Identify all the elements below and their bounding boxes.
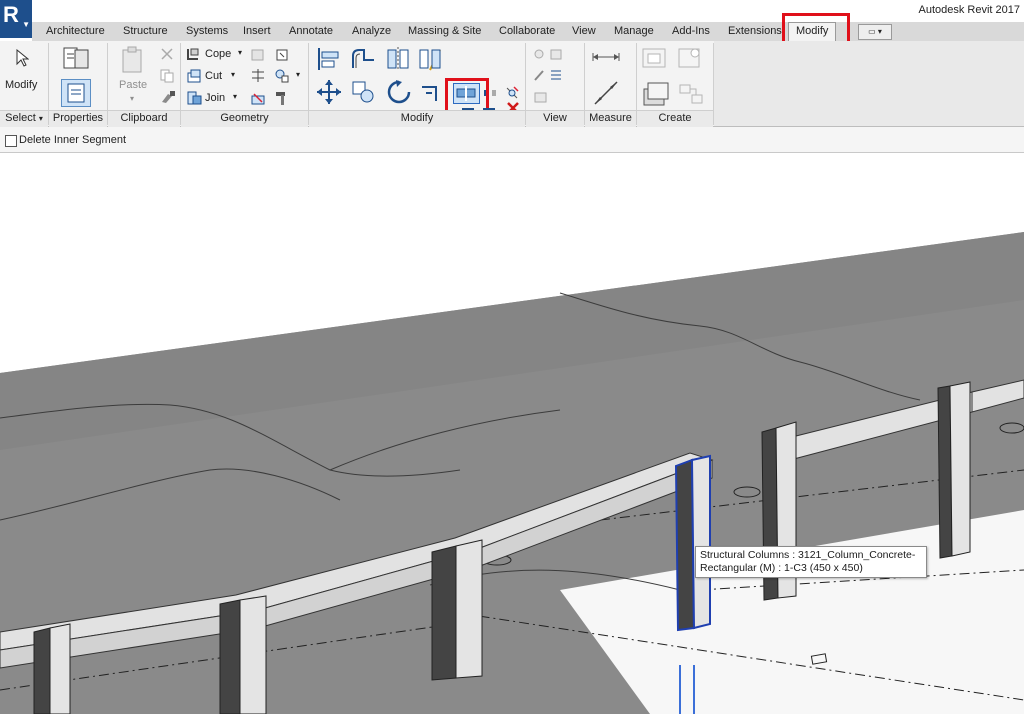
- hammer-icon[interactable]: [274, 90, 290, 109]
- tooltip-line-1: Structural Columns : 3121_Column_Concret…: [700, 549, 916, 561]
- modify-button-label[interactable]: Modify: [5, 79, 37, 91]
- offset-icon[interactable]: [350, 46, 378, 75]
- tab-annotate[interactable]: Annotate: [289, 25, 333, 37]
- tab-structure[interactable]: Structure: [123, 25, 168, 37]
- cut-scissors-icon[interactable]: [160, 47, 174, 64]
- panel-divider: [48, 43, 49, 125]
- cut-label[interactable]: Cut: [205, 70, 222, 82]
- paint-icon[interactable]: [274, 68, 290, 87]
- panel-create: Create: [637, 110, 713, 127]
- create-group-icon[interactable]: [640, 79, 672, 112]
- paste-dropdown[interactable]: ▾: [130, 94, 134, 103]
- options-bar: Delete Inner Segment: [0, 127, 1024, 153]
- panel-measure: Measure: [585, 110, 636, 127]
- match-properties-icon[interactable]: [160, 90, 176, 107]
- tab-insert[interactable]: Insert: [243, 25, 271, 37]
- type-properties-icon[interactable]: [61, 79, 91, 107]
- tab-systems[interactable]: Systems: [186, 25, 228, 37]
- ribbon-tabs: Architecture Structure Systems Insert An…: [32, 22, 1024, 41]
- structural-column: [239, 595, 267, 715]
- linework-icon[interactable]: [533, 89, 549, 108]
- selected-column: [674, 458, 696, 632]
- panel-select-label: Select: [5, 112, 36, 124]
- tab-architecture[interactable]: Architecture: [46, 25, 105, 37]
- delete-inner-segment-label: Delete Inner Segment: [19, 134, 127, 146]
- panel-divider: [308, 43, 309, 125]
- mirror-axis-icon[interactable]: [386, 46, 410, 75]
- panel-divider: [584, 43, 585, 125]
- align-icon[interactable]: [316, 46, 342, 75]
- paste-icon[interactable]: [120, 46, 146, 79]
- panel-divider: [636, 43, 637, 125]
- application-menu-button[interactable]: R ▼: [0, 0, 32, 38]
- measure-icon[interactable]: [590, 46, 628, 71]
- tab-massing-site[interactable]: Massing & Site: [408, 25, 481, 37]
- tab-view[interactable]: View: [572, 25, 596, 37]
- mirror-draw-icon[interactable]: [418, 46, 442, 75]
- chevron-down-icon: ▼: [22, 20, 30, 29]
- chevron-down-icon: ▾: [38, 114, 43, 123]
- ribbon-minimize-button[interactable]: ▭ ▾: [858, 24, 892, 40]
- model-view[interactable]: [0, 153, 1024, 715]
- structural-column: [49, 623, 71, 715]
- 3d-viewport[interactable]: Structural Columns : 3121_Column_Concret…: [0, 153, 1024, 715]
- tab-extensions[interactable]: Extensions: [728, 25, 782, 37]
- cope-dropdown[interactable]: ▾: [238, 48, 242, 57]
- join-label[interactable]: Join: [205, 92, 225, 104]
- panel-view: View: [526, 110, 584, 127]
- copy-icon[interactable]: [350, 79, 376, 108]
- title-bar: R ▼ Autodesk Revit 2017: [0, 0, 1024, 38]
- split-face-icon[interactable]: [250, 68, 266, 87]
- paint-dropdown[interactable]: ▾: [296, 70, 300, 79]
- rotate-icon[interactable]: [386, 79, 412, 108]
- dimension-icon[interactable]: [592, 79, 622, 110]
- demolish-icon[interactable]: [250, 90, 266, 109]
- revit-logo: R: [3, 2, 19, 27]
- panel-divider: [525, 43, 526, 125]
- cut-profile-icon[interactable]: [274, 47, 290, 66]
- override-graphics-icon[interactable]: [533, 67, 563, 86]
- cope-label[interactable]: Cope: [205, 48, 231, 60]
- create-assembly-icon[interactable]: [640, 45, 670, 74]
- modify-cursor-icon[interactable]: [15, 48, 30, 70]
- panel-select[interactable]: Select ▾: [0, 110, 48, 127]
- create-parts-icon[interactable]: [676, 45, 706, 74]
- structural-column: [949, 381, 971, 557]
- ribbon-empty-area: [714, 41, 1024, 127]
- cope-icon[interactable]: [186, 47, 200, 64]
- properties-icon[interactable]: [61, 46, 91, 77]
- join-dropdown[interactable]: ▾: [233, 92, 237, 101]
- trim-extend-icon[interactable]: [420, 81, 442, 106]
- hide-isolate-icon[interactable]: [533, 47, 563, 66]
- app-title: Autodesk Revit 2017: [918, 4, 1020, 16]
- panel-clipboard: Clipboard: [108, 110, 180, 127]
- move-icon[interactable]: [316, 79, 342, 108]
- copy-clipboard-icon[interactable]: [160, 69, 174, 86]
- panel-divider: [180, 43, 181, 125]
- cut-dropdown[interactable]: ▾: [231, 70, 235, 79]
- panel-geometry: Geometry: [181, 110, 308, 127]
- element-tooltip: Structural Columns : 3121_Column_Concret…: [695, 546, 927, 578]
- join-icon[interactable]: [186, 90, 202, 109]
- tab-manage[interactable]: Manage: [614, 25, 654, 37]
- structural-column: [455, 539, 483, 679]
- panel-divider: [107, 43, 108, 125]
- delete-inner-segment-checkbox[interactable]: [5, 135, 17, 147]
- tooltip-line-2: Rectangular (M) : 1-C3 (450 x 450): [700, 562, 863, 574]
- cut-icon[interactable]: [186, 68, 202, 87]
- paste-label[interactable]: Paste: [119, 79, 147, 91]
- panel-properties: Properties: [49, 110, 107, 127]
- create-similar-icon[interactable]: [678, 83, 704, 108]
- panel-modify: Modify: [309, 110, 525, 127]
- tab-add-ins[interactable]: Add-Ins: [672, 25, 710, 37]
- tab-analyze[interactable]: Analyze: [352, 25, 391, 37]
- wall-joins-icon[interactable]: [250, 47, 266, 66]
- tab-collaborate[interactable]: Collaborate: [499, 25, 555, 37]
